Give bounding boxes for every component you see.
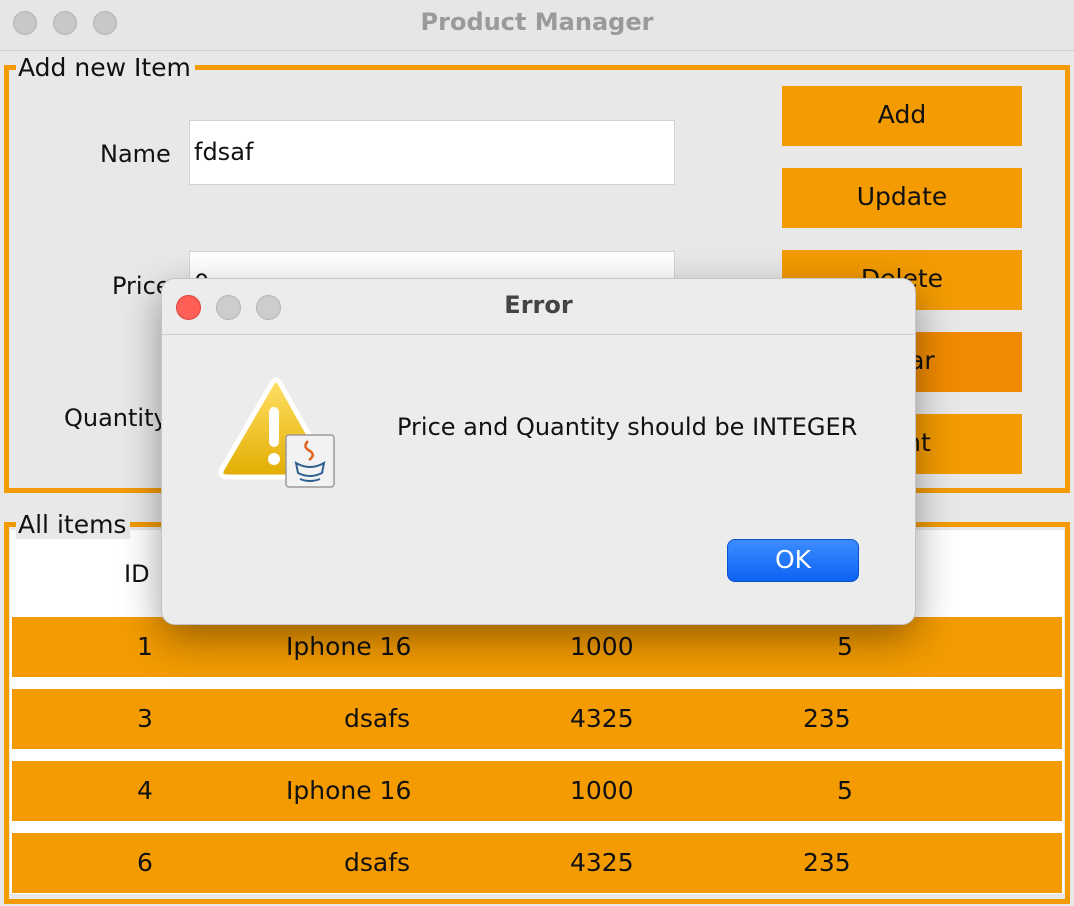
cell-price: 4325 [570, 848, 634, 877]
cell-name: Iphone 16 [286, 632, 412, 661]
cell-price: 1000 [570, 632, 634, 661]
table-row[interactable]: 1 Iphone 16 1000 5 [12, 617, 1062, 677]
cell-id: 1 [137, 632, 153, 661]
dialog-divider [162, 334, 915, 335]
update-button[interactable]: Update [782, 168, 1022, 228]
add-button[interactable]: Add [782, 86, 1022, 146]
cell-name: dsafs [344, 848, 411, 877]
ok-button[interactable]: OK [727, 539, 859, 582]
dialog-title: Error [504, 291, 573, 319]
cell-price: 4325 [570, 704, 634, 733]
cell-quantity: 5 [837, 776, 853, 805]
all-items-group-label: All items [16, 511, 131, 539]
cell-price: 1000 [570, 776, 634, 805]
cell-id: 4 [137, 776, 153, 805]
cell-id: 6 [137, 848, 153, 877]
cell-id: 3 [137, 704, 153, 733]
table-row[interactable]: 4 Iphone 16 1000 5 [12, 761, 1062, 821]
warning-icon [218, 377, 335, 488]
window-title: Product Manager [420, 8, 654, 36]
cell-name: Iphone 16 [286, 776, 412, 805]
name-input[interactable]: fdsaf [189, 120, 675, 185]
title-bar: Product Manager [0, 0, 1074, 51]
table-row[interactable]: 3 dsafs 4325 235 [12, 689, 1062, 749]
cell-quantity: 235 [803, 848, 851, 877]
cell-name: dsafs [344, 704, 411, 733]
table-row[interactable]: 6 dsafs 4325 235 [12, 833, 1062, 893]
cell-quantity: 5 [837, 632, 853, 661]
cell-quantity: 235 [803, 704, 851, 733]
column-header-id[interactable]: ID [124, 560, 150, 588]
name-label: Name [100, 140, 171, 168]
add-item-group-label: Add new Item [16, 54, 195, 82]
quantity-label: Quantity [64, 404, 168, 432]
java-icon [285, 434, 335, 488]
error-dialog: Error Price and Quantity should be INTEG… [161, 278, 916, 625]
error-message: Price and Quantity should be INTEGER [397, 413, 858, 441]
